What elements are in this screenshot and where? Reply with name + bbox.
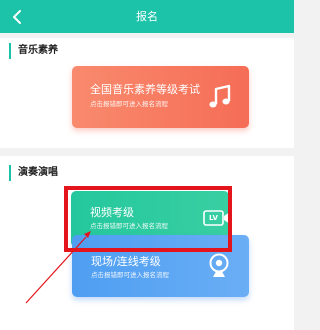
- lv-badge: LV: [209, 214, 218, 222]
- card-title: 视频考级: [90, 206, 134, 219]
- music-literacy-exam-card[interactable]: 全国音乐素养等级考试 点击报错即可进入报名流程: [72, 66, 249, 128]
- section-music-literacy: 音乐素养 全国音乐素养等级考试 点击报错即可进入报名流程: [0, 38, 294, 148]
- section-title: 演奏演唱: [9, 165, 58, 181]
- card-subtitle: 点击报错即可进入报名流程: [90, 222, 168, 230]
- video-camera-icon: LV: [203, 209, 229, 227]
- page-title: 报名: [136, 10, 158, 23]
- top-bar: 报名: [0, 0, 294, 33]
- card-subtitle: 点击报错即可进入报名流程: [90, 100, 168, 108]
- section-title: 音乐素养: [9, 43, 58, 59]
- webcam-icon: [209, 253, 229, 277]
- card-subtitle: 点击报错即可进入报名流程: [91, 271, 169, 279]
- onsite-online-exam-card[interactable]: 现场/连线考级 点击报错即可进入报名流程: [72, 235, 249, 297]
- music-note-icon: [209, 84, 231, 108]
- card-title: 现场/连线考级: [91, 255, 161, 268]
- card-title: 全国音乐素养等级考试: [90, 83, 200, 96]
- section-performance: 演奏演唱 视频考级 点击报错即可进入报名流程 LV 现场/连线考级 点击报错即可…: [0, 156, 294, 330]
